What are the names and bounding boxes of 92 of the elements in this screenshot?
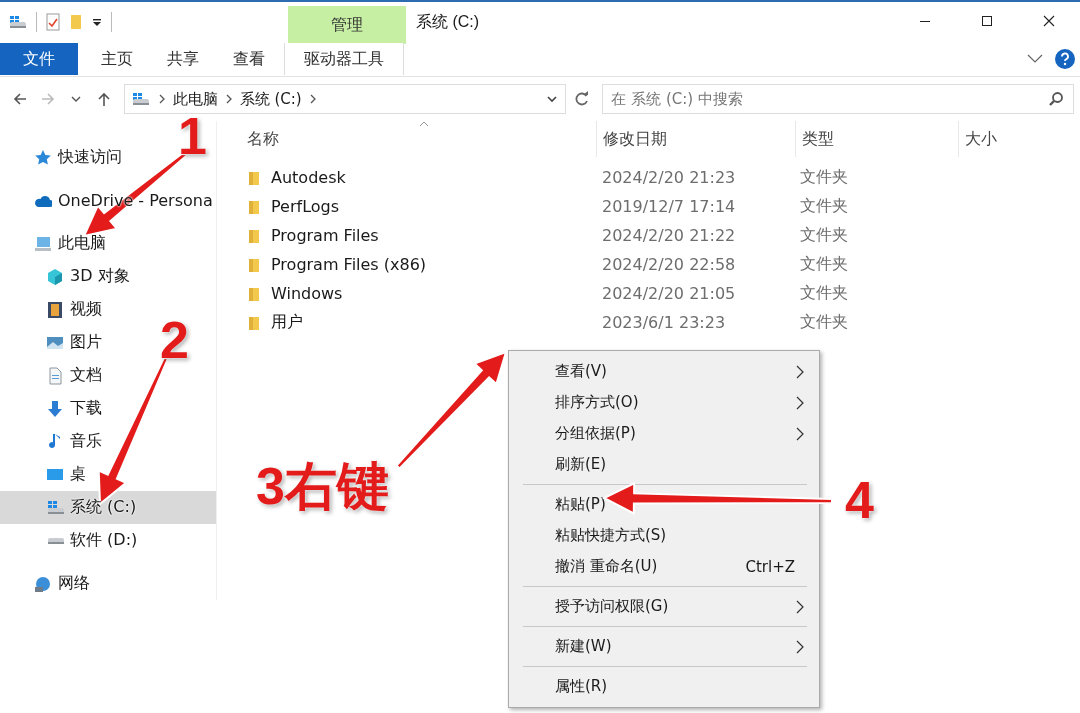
ribbon-tab[interactable]: 文件 — [0, 43, 78, 75]
chevron-right-icon — [795, 598, 805, 615]
folder-icon — [247, 227, 261, 244]
checklist-icon — [45, 13, 61, 31]
network-icon — [34, 574, 52, 593]
table-cell-text: 2024/2/20 21:23 — [601, 168, 737, 187]
sidebar-item[interactable]: 下载 — [0, 392, 106, 425]
document-icon — [46, 366, 64, 385]
column-header[interactable]: 类型 — [796, 121, 959, 157]
column-header[interactable]: 修改日期 — [597, 121, 796, 157]
help-icon — [1054, 48, 1076, 70]
refresh-icon — [574, 91, 591, 107]
breadcrumb[interactable]: 此电脑 — [172, 89, 218, 109]
folder-icon — [247, 198, 261, 215]
address-bar[interactable]: 此电脑 系统 (C:) — [123, 84, 567, 114]
sidebar-item[interactable]: 视频 — [0, 293, 106, 326]
ribbon-tab[interactable]: 共享 — [150, 43, 216, 75]
menu-item[interactable]: 粘贴(P) — [511, 489, 817, 520]
drive-icon — [46, 536, 64, 545]
sidebar-item[interactable]: 图片 — [0, 326, 106, 359]
sidebar-item[interactable]: 快速访问 — [0, 141, 126, 174]
ribbon-tab[interactable]: 主页 — [84, 43, 150, 75]
chevron-down-icon — [1026, 53, 1044, 65]
down-arrow-icon — [46, 399, 64, 418]
sort-caret-icon — [418, 121, 429, 127]
menu-item[interactable]: 查看(V) — [511, 356, 817, 387]
file-name[interactable]: 用户 — [241, 312, 596, 333]
chevron-right-icon — [795, 638, 805, 655]
file-name[interactable]: Windows — [241, 284, 596, 303]
menu-item[interactable]: 刷新(E) — [511, 449, 817, 480]
table-cell-text: 2019/12/7 17:14 — [601, 197, 737, 216]
search-field[interactable]: 在 系统 (C:) 中搜索 — [602, 84, 1074, 114]
table-cell-text: 2024/2/20 21:05 — [601, 284, 737, 303]
star-icon — [34, 148, 52, 167]
back-icon — [11, 91, 28, 107]
sidebar-item[interactable]: 音乐 — [0, 425, 106, 458]
table-cell-text: 文件夹 — [799, 196, 849, 217]
forward-icon — [39, 91, 56, 107]
file-name[interactable]: Program Files — [241, 226, 596, 245]
search-icon — [1047, 91, 1064, 107]
annotation-label: 2 — [160, 314, 189, 366]
menu-item[interactable]: 新建(W) — [511, 631, 817, 662]
maximize-icon — [981, 15, 993, 27]
breadcrumb[interactable]: 系统 (C:) — [239, 89, 302, 109]
sidebar-item[interactable]: 网络 — [0, 567, 94, 600]
table-cell-text: 文件夹 — [799, 254, 849, 275]
folder-icon — [247, 285, 261, 302]
table-cell-text: 文件夹 — [799, 283, 849, 304]
window-title: 系统 (C:) — [415, 12, 481, 32]
file-name[interactable]: PerfLogs — [241, 197, 596, 216]
computer-icon — [34, 234, 52, 253]
folder-icon — [69, 13, 83, 31]
folder-icon — [247, 169, 261, 186]
table-cell-text: 2024/2/20 22:58 — [601, 255, 737, 274]
sidebar-item[interactable]: 系统 (C:) — [0, 491, 216, 524]
drive-icon — [46, 498, 64, 517]
tab-group-label: 管理 — [288, 6, 406, 44]
sidebar-item[interactable]: 桌 — [0, 458, 90, 491]
shortcut-text: Ctrl+Z — [745, 557, 795, 576]
drive-icon — [8, 13, 28, 31]
chevron-right-icon — [795, 425, 805, 442]
ribbon-tab[interactable]: 驱动器工具 — [284, 43, 404, 75]
annotation-label: 3右键 — [256, 460, 389, 512]
cube-icon — [46, 267, 64, 286]
close-icon — [1043, 15, 1055, 27]
column-header[interactable]: 名称 — [241, 121, 597, 157]
menu-item[interactable]: 撤消 重命名(U) Ctrl+Z — [511, 551, 817, 582]
column-header[interactable]: 大小 — [959, 121, 1065, 157]
table-cell-text: 2024/2/20 21:22 — [601, 226, 737, 245]
file-name[interactable]: Autodesk — [241, 168, 596, 187]
sidebar-item[interactable]: 3D 对象 — [0, 260, 134, 293]
drive-icon — [130, 90, 151, 108]
table-cell-text: 文件夹 — [799, 167, 849, 188]
menu-item[interactable]: 授予访问权限(G) — [511, 591, 817, 622]
table-cell-text: 文件夹 — [799, 312, 849, 333]
chevron-right-icon — [795, 394, 805, 411]
ribbon-tab[interactable]: 查看 — [216, 43, 282, 75]
folder-icon — [247, 256, 261, 273]
film-icon — [46, 300, 64, 319]
menu-item[interactable]: 分组依据(P) — [511, 418, 817, 449]
sidebar-item[interactable]: 文档 — [0, 359, 106, 392]
sidebar-item[interactable]: 此电脑 — [0, 227, 110, 260]
table-cell-text: 2023/6/1 23:23 — [601, 313, 727, 332]
folder-icon — [247, 314, 261, 331]
chevron-right-icon — [795, 363, 805, 380]
menu-item[interactable]: 粘贴快捷方式(S) — [511, 520, 817, 551]
annotation-label: 4 — [845, 474, 874, 526]
table-cell-text: 文件夹 — [799, 225, 849, 246]
file-name[interactable]: Program Files (x86) — [241, 255, 596, 274]
menu-item[interactable]: 排序方式(O) — [511, 387, 817, 418]
sidebar-item[interactable]: 软件 (D:) — [0, 524, 142, 557]
menu-item[interactable]: 属性(R) — [511, 671, 817, 702]
